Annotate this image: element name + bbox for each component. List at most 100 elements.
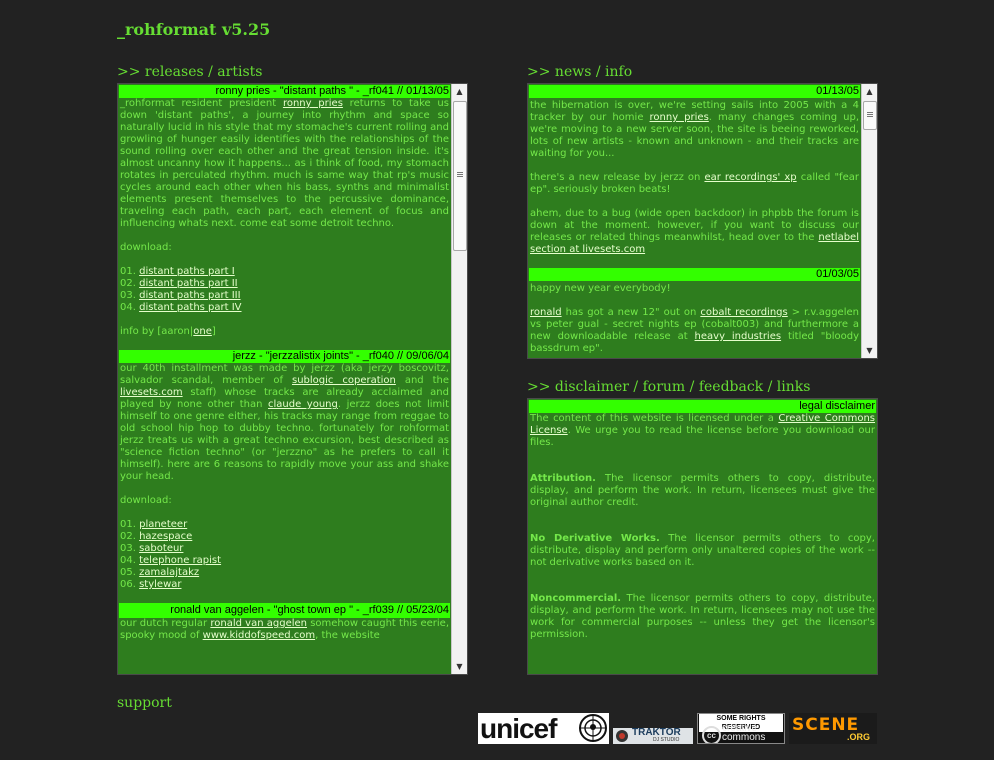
track-download-link[interactable]: distant paths part IV bbox=[139, 302, 241, 313]
term-title: No Derivative Works. bbox=[530, 533, 660, 544]
unicef-wordmark: unicef bbox=[480, 713, 557, 744]
releases-scroll-thumb[interactable] bbox=[453, 101, 467, 251]
releases-scrollbar[interactable]: ▲ ▼ bbox=[451, 84, 467, 674]
track-item: 01. planeteer bbox=[119, 519, 450, 531]
disclaimer-content: legal disclaimer The content of this web… bbox=[529, 400, 876, 641]
track-item: 02. hazespace bbox=[119, 531, 450, 543]
label-link[interactable]: cobalt recordings bbox=[700, 307, 787, 318]
heading-prefix: >> bbox=[527, 379, 551, 395]
artist-link[interactable]: ronny pries bbox=[650, 112, 709, 123]
track-item: 01. distant paths part I bbox=[119, 266, 450, 278]
track-download-link[interactable]: hazespace bbox=[139, 531, 192, 542]
track-number: 03. bbox=[120, 543, 136, 554]
term-title: Noncommercial. bbox=[530, 593, 622, 604]
track-number: 01. bbox=[120, 519, 136, 530]
scroll-down-arrow-icon[interactable]: ▼ bbox=[452, 659, 467, 674]
releases-link[interactable]: releases bbox=[145, 64, 204, 80]
info-link[interactable]: info bbox=[605, 64, 632, 80]
track-item: 05. zamalajtakz bbox=[119, 567, 450, 579]
heading-prefix: >> bbox=[117, 64, 141, 80]
disclaimer-text: . We urge you to read the license before… bbox=[530, 425, 875, 448]
track-item: 03. saboteur bbox=[119, 543, 450, 555]
news-paragraph: there's a new release by jerzz on ear re… bbox=[529, 172, 860, 196]
track-number: 01. bbox=[120, 266, 136, 277]
releases-panel[interactable]: ronny pries - "distant paths " - _rf041 … bbox=[117, 83, 468, 675]
news-text: there's a new release by jerzz on bbox=[530, 172, 705, 183]
track-download-link[interactable]: zamalajtakz bbox=[139, 567, 199, 578]
artist-link[interactable]: ronald van aggelen bbox=[210, 618, 307, 629]
scroll-down-arrow-icon[interactable]: ▼ bbox=[862, 343, 877, 358]
description-text: our dutch regular bbox=[120, 618, 211, 629]
scroll-up-arrow-icon[interactable]: ▲ bbox=[862, 84, 877, 99]
credit-text: ] bbox=[211, 326, 216, 337]
disclaimer-link[interactable]: disclaimer bbox=[555, 379, 629, 395]
news-content: 01/13/05 the hibernation is over, we're … bbox=[529, 85, 860, 355]
track-download-link[interactable]: distant paths part II bbox=[139, 278, 238, 289]
download-label: download: bbox=[120, 495, 172, 506]
artist-link[interactable]: ronny pries bbox=[283, 98, 343, 109]
forum-link[interactable]: forum bbox=[643, 379, 686, 395]
support-link[interactable]: support bbox=[117, 695, 172, 711]
track-item: 02. distant paths part II bbox=[119, 278, 450, 290]
release-description: _rohformat resident president ronny prie… bbox=[119, 98, 450, 230]
news-scrollbar[interactable]: ▲ ▼ bbox=[861, 84, 877, 358]
download-label: download: bbox=[120, 242, 172, 253]
label-link[interactable]: heavy industries bbox=[695, 331, 782, 342]
heading-separator: / bbox=[767, 379, 773, 395]
disclaimer-panel: legal disclaimer The content of this web… bbox=[527, 398, 878, 675]
track-download-link[interactable]: distant paths part I bbox=[139, 266, 235, 277]
traktor-badge[interactable]: TRAKTOR DJ STUDIO bbox=[613, 728, 693, 744]
cc-wordmark-2: commons bbox=[722, 732, 766, 743]
site-link[interactable]: livesets.com bbox=[120, 387, 183, 398]
news-scroll-thumb[interactable] bbox=[863, 101, 877, 130]
artist-link[interactable]: sublogic coperation bbox=[292, 375, 396, 386]
disclaimer-section-heading: >> disclaimer / forum / feedback / links bbox=[527, 379, 810, 395]
track-item: 04. distant paths part IV bbox=[119, 302, 450, 314]
release-header: ronald van aggelen - "ghost town ep " - … bbox=[119, 603, 450, 618]
site-title: _rohformat v5.25 bbox=[117, 20, 271, 39]
news-text: ahem, due to a bug (wide open backdoor) … bbox=[530, 208, 859, 243]
artists-link[interactable]: artists bbox=[217, 64, 262, 80]
news-paragraph: ahem, due to a bug (wide open backdoor) … bbox=[529, 208, 860, 256]
news-paragraph: happy new year everybody! bbox=[530, 283, 671, 294]
description-text: . jerzz does not limit himself to one ge… bbox=[120, 399, 449, 482]
track-download-link[interactable]: telephone rapist bbox=[139, 555, 221, 566]
heading-prefix: >> bbox=[527, 64, 551, 80]
description-text: and the bbox=[395, 375, 449, 386]
releases-section-heading: >> releases / artists bbox=[117, 64, 262, 80]
news-panel[interactable]: 01/13/05 the hibernation is over, we're … bbox=[527, 83, 878, 359]
track-download-link[interactable]: planeteer bbox=[139, 519, 187, 530]
artist-link[interactable]: ronald bbox=[530, 307, 562, 318]
creative-commons-badge[interactable]: SOME RIGHTS RESERVED cc creative commons bbox=[697, 713, 785, 744]
news-link[interactable]: news bbox=[555, 64, 591, 80]
heading-separator: / bbox=[633, 379, 639, 395]
term-title: Attribution. bbox=[530, 473, 596, 484]
disclaimer-paragraph: The content of this website is licensed … bbox=[529, 413, 876, 449]
description-text: returns to take us down 'distant paths',… bbox=[120, 98, 449, 229]
track-download-link[interactable]: stylewar bbox=[139, 579, 181, 590]
artist-link[interactable]: claude young bbox=[268, 399, 338, 410]
track-download-link[interactable]: distant paths part III bbox=[139, 290, 240, 301]
links-link[interactable]: links bbox=[777, 379, 811, 395]
scene-org-badge[interactable]: SCENE .ORG bbox=[789, 713, 877, 744]
credit-text: info by [aaron| bbox=[120, 326, 194, 337]
track-number: 04. bbox=[120, 302, 136, 313]
track-number: 02. bbox=[120, 531, 136, 542]
releases-content: ronny pries - "distant paths " - _rf041 … bbox=[119, 85, 450, 642]
news-paragraph: the hibernation is over, we're setting s… bbox=[529, 100, 860, 160]
news-paragraph: ronald has got a new 12" out on cobalt r… bbox=[529, 307, 860, 355]
scroll-up-arrow-icon[interactable]: ▲ bbox=[452, 84, 467, 99]
track-download-link[interactable]: saboteur bbox=[139, 543, 183, 554]
author-link[interactable]: one bbox=[193, 326, 212, 337]
news-date-bar: 01/03/05 bbox=[529, 268, 860, 281]
disclaimer-paragraph: No Derivative Works. The licensor permit… bbox=[529, 533, 876, 569]
heading-separator: / bbox=[595, 64, 601, 80]
unicef-badge[interactable]: unicef bbox=[478, 713, 609, 744]
disclaimer-header-bar: legal disclaimer bbox=[529, 400, 876, 413]
site-link[interactable]: www.kiddofspeed.com bbox=[203, 630, 315, 641]
track-item: 04. telephone rapist bbox=[119, 555, 450, 567]
heading-separator: / bbox=[689, 379, 695, 395]
news-section-heading: >> news / info bbox=[527, 64, 632, 80]
label-link[interactable]: ear recordings' xp bbox=[704, 172, 796, 183]
feedback-link[interactable]: feedback bbox=[699, 379, 763, 395]
